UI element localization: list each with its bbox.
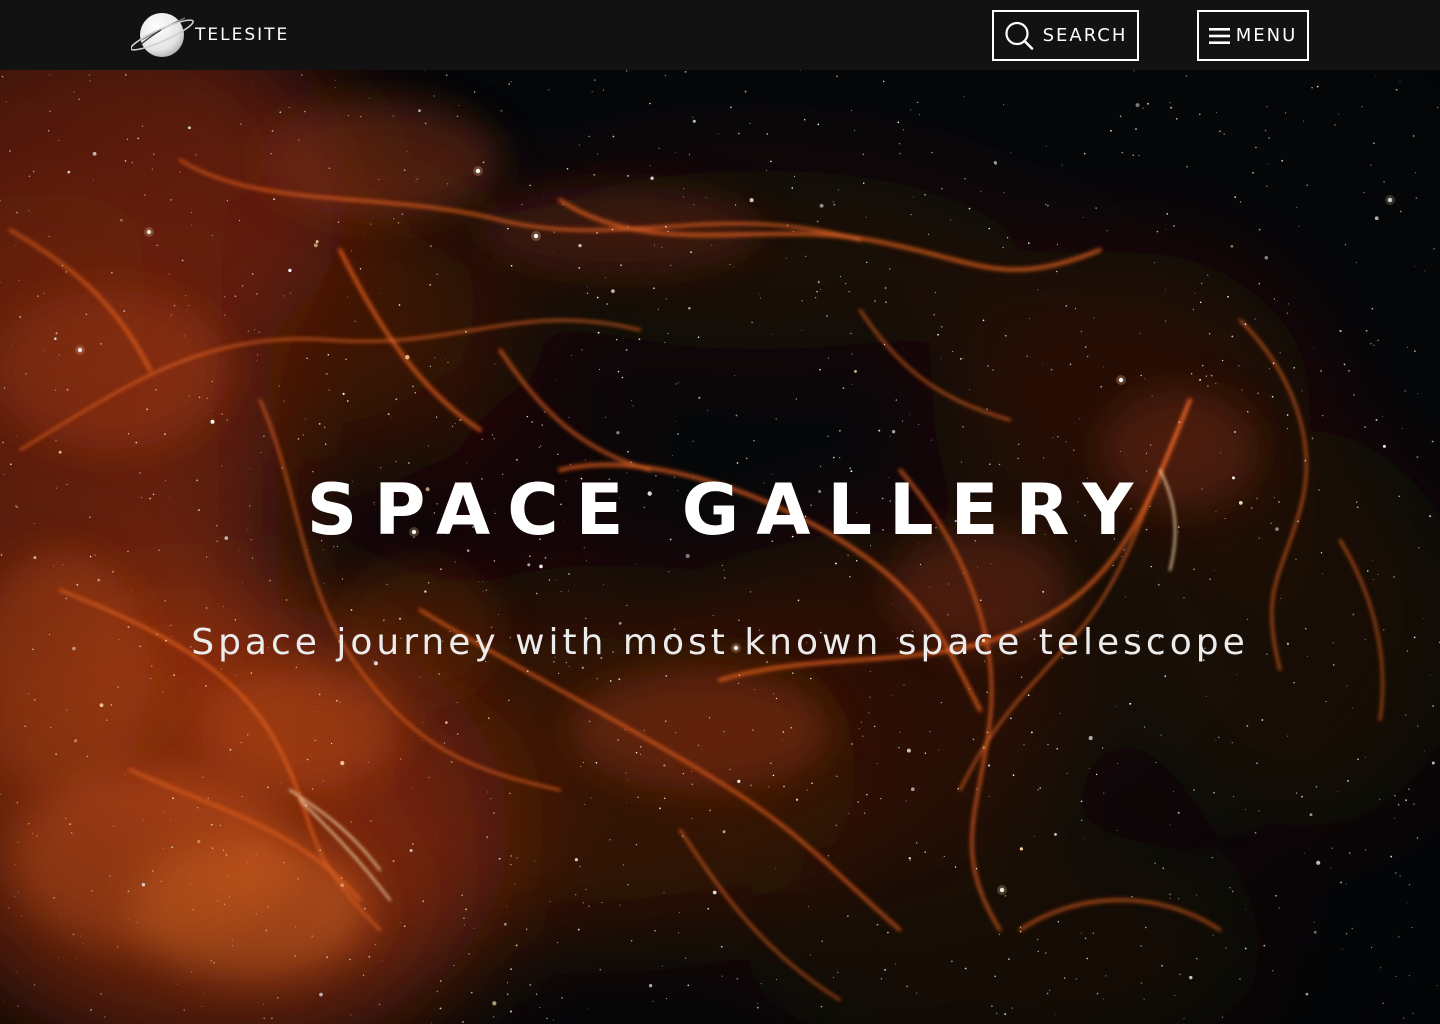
hamburger-icon [1208,27,1230,44]
search-button-label: SEARCH [1042,25,1128,46]
top-navbar: TELESITE SEARCH MENU [0,0,1440,70]
menu-button[interactable]: MENU [1197,10,1309,61]
search-icon [1004,21,1033,50]
search-button[interactable]: SEARCH [992,10,1139,61]
brand-home-link[interactable]: TELESITE [131,10,289,60]
hero-title: SPACE GALLERY [306,469,1151,551]
hero-subtitle: Space journey with most known space tele… [191,622,1249,663]
brand-name: TELESITE [195,25,290,45]
planet-ring-icon [131,13,194,57]
menu-button-label: MENU [1235,25,1298,46]
hero-section: SPACE GALLERY Space journey with most kn… [0,70,1440,1024]
